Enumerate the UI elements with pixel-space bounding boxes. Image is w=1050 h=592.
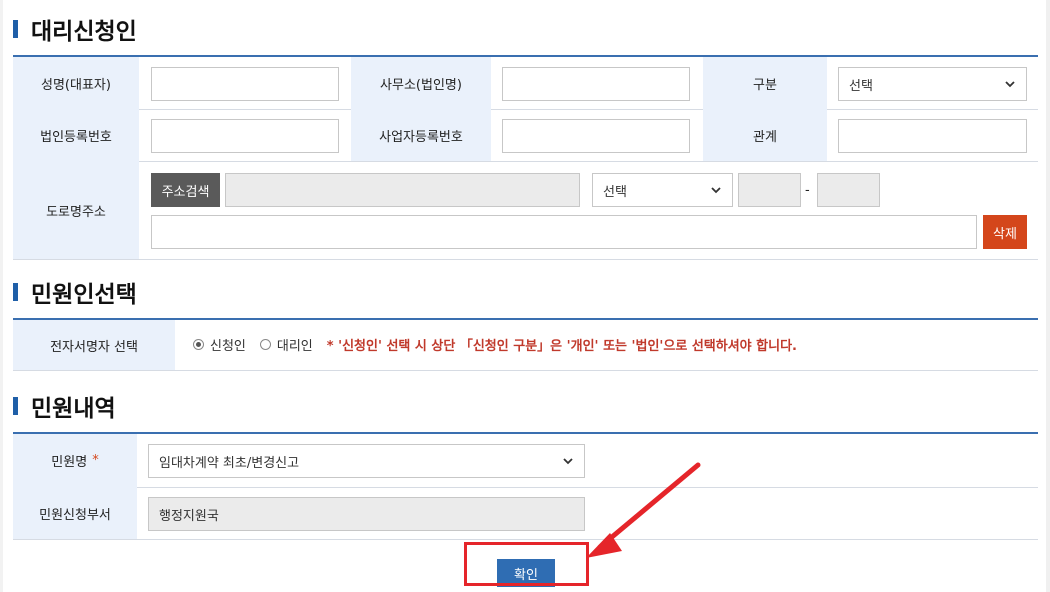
biz-no-input[interactable] <box>502 119 690 153</box>
phone-middle-input <box>738 173 801 207</box>
section-bar-icon <box>13 20 18 38</box>
signer-radio-group: 신청인 대리인 * '신청인' 선택 시 상단 「신청인 구분」은 '개인' 또… <box>193 320 797 368</box>
address-detail-input[interactable] <box>151 215 977 249</box>
section-title-applicant: 민원인선택 <box>13 277 137 308</box>
radio-agent[interactable]: 대리인 <box>259 335 313 354</box>
dept-label: 민원신청부서 <box>13 487 137 539</box>
civil-name-select[interactable]: 임대차계약 최초/변경신고 <box>148 444 585 478</box>
section-title-agent: 대리신청인 <box>13 14 137 45</box>
corp-no-label: 법인등록번호 <box>13 109 139 161</box>
name-input[interactable] <box>151 67 339 101</box>
signer-label: 전자서명자 선택 <box>13 320 175 370</box>
type-select[interactable]: 선택 <box>838 67 1027 101</box>
window-left-edge <box>0 0 3 592</box>
type-label: 구분 <box>703 57 827 109</box>
office-input[interactable] <box>502 67 690 101</box>
applicant-row: 전자서명자 선택 신청인 대리인 * '신청인' 선택 시 상단 「신청인 구분… <box>13 320 1038 371</box>
phone-dash: - <box>805 182 810 198</box>
delete-button[interactable]: 삭제 <box>983 215 1027 249</box>
phone-prefix-select[interactable]: 선택 <box>592 173 733 207</box>
civil-row-2: 민원신청부서 행정지원국 <box>13 487 1038 540</box>
address-search-button[interactable]: 주소검색 <box>151 173 220 207</box>
zipcode-input <box>225 173 580 207</box>
agent-row-1: 성명(대표자) 사무소(법인명) 구분 선택 <box>13 57 1038 110</box>
section-bar-icon <box>13 283 18 301</box>
arrow-annotation-icon <box>586 462 701 558</box>
agent-panel: 성명(대표자) 사무소(법인명) 구분 선택 법인등록번호 사업자등록번호 관계… <box>13 55 1038 261</box>
corp-no-input[interactable] <box>151 119 339 153</box>
section-title-civil: 민원내역 <box>13 391 116 422</box>
phone-last-input <box>817 173 880 207</box>
section-bar-icon <box>13 397 18 415</box>
signer-note: * '신청인' 선택 시 상단 「신청인 구분」은 '개인' 또는 '법인'으로… <box>326 338 797 354</box>
address-label: 도로명주소 <box>13 161 139 259</box>
required-mark: * <box>92 453 99 468</box>
civil-name-label: 민원명 * <box>13 434 137 487</box>
civil-panel: 민원명 * 임대차계약 최초/변경신고 민원신청부서 행정지원국 <box>13 432 1038 541</box>
dept-input: 행정지원국 <box>148 497 585 531</box>
chevron-down-icon <box>1005 81 1015 88</box>
applicant-panel: 전자서명자 선택 신청인 대리인 * '신청인' 선택 시 상단 「신청인 구분… <box>13 318 1038 372</box>
chevron-down-icon <box>711 187 721 194</box>
office-label: 사무소(법인명) <box>351 57 491 109</box>
radio-unchecked-icon <box>259 338 271 350</box>
relation-label: 관계 <box>703 109 827 161</box>
agent-row-2: 법인등록번호 사업자등록번호 관계 <box>13 109 1038 162</box>
biz-no-label: 사업자등록번호 <box>351 109 491 161</box>
name-label: 성명(대표자) <box>13 57 139 109</box>
relation-input[interactable] <box>838 119 1027 153</box>
radio-applicant[interactable]: 신청인 <box>193 335 246 354</box>
window-scrollbar[interactable] <box>1046 0 1050 592</box>
agent-row-3: 도로명주소 주소검색 선택 - 삭제 <box>13 161 1038 260</box>
radio-checked-icon <box>193 338 204 350</box>
civil-row-1: 민원명 * 임대차계약 최초/변경신고 <box>13 434 1038 488</box>
